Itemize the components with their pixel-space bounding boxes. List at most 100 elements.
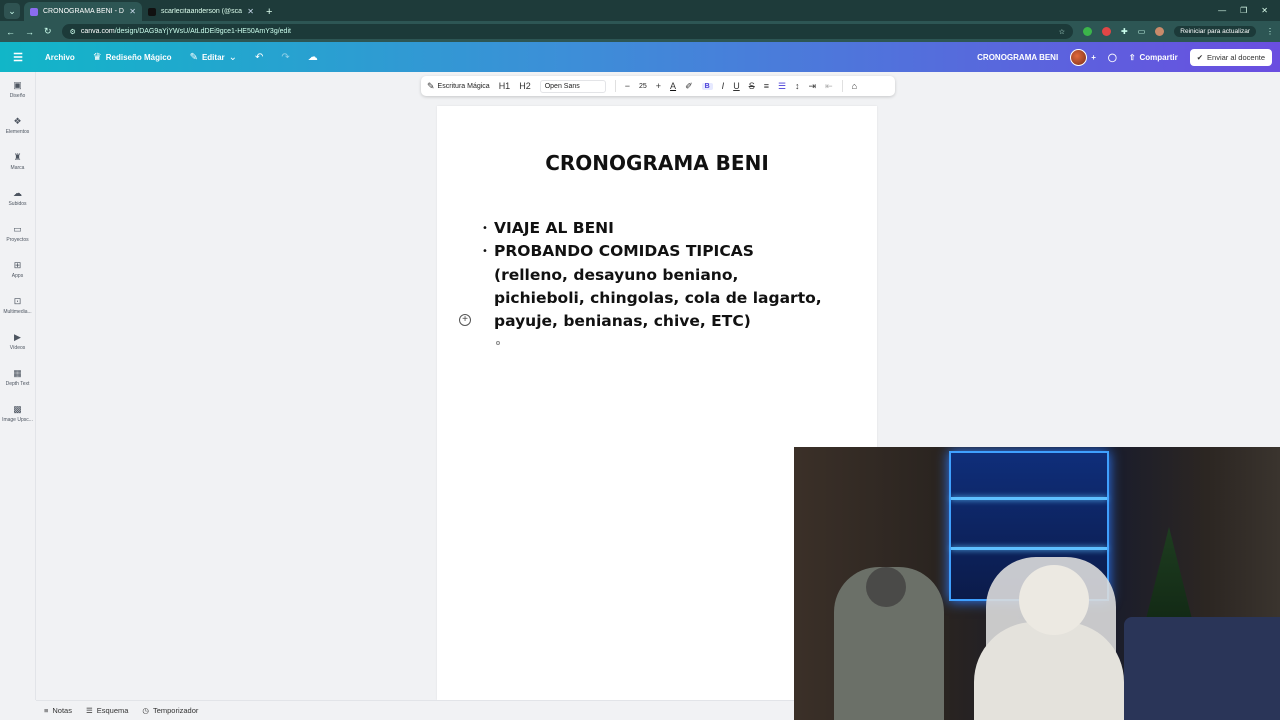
add-collaborator-icon[interactable]: + (1091, 53, 1096, 62)
avatar[interactable] (1070, 48, 1088, 66)
divider (841, 80, 843, 92)
close-icon[interactable]: ✕ (247, 7, 254, 16)
bookmark-star-icon[interactable]: ☆ (1059, 28, 1065, 36)
line-spacing-icon[interactable]: ↕ (795, 81, 800, 91)
sidebar-item-brand[interactable]: ♜ Marca (0, 144, 35, 180)
add-block-icon[interactable]: + (459, 314, 471, 326)
share-button[interactable]: ⇧ Compartir (1129, 53, 1178, 62)
outdent-icon[interactable]: ⇤ (825, 81, 833, 92)
list-item[interactable]: PROBANDO COMIDAS TIPICAS (relleno, desay… (482, 240, 823, 333)
reload-icon[interactable]: ↻ (44, 26, 52, 37)
new-tab-icon[interactable]: + (260, 6, 278, 21)
pencil-icon: ✎ (189, 51, 198, 63)
sidebar-item-design[interactable]: ▣ Diseño (0, 72, 35, 108)
sidebar-item-label: Marca (10, 165, 25, 171)
sidebar-item-label: Apps (11, 273, 24, 279)
video-icon: ▶ (14, 332, 21, 342)
italic-button[interactable]: I (722, 81, 725, 91)
font-size-input[interactable]: 25 (639, 83, 647, 90)
file-menu[interactable]: Archivo (36, 53, 84, 62)
crown-icon: ♛ (92, 51, 102, 63)
back-icon[interactable]: ← (6, 27, 15, 37)
window-controls: — ❐ ✕ (1206, 6, 1280, 21)
close-window-icon[interactable]: ✕ (1261, 6, 1268, 15)
bold-button[interactable]: B (701, 82, 713, 90)
hamburger-menu-icon[interactable]: ☰ (0, 51, 36, 64)
heading-2-button[interactable]: H2 (519, 81, 531, 91)
sidebar-item-projects[interactable]: ▭ Proyectos (0, 216, 35, 252)
edit-menu[interactable]: ✎ Editar ⌄ (181, 52, 246, 63)
undo-button[interactable]: ↶ (246, 52, 272, 63)
notes-button[interactable]: ≡ Notas (44, 706, 72, 715)
outline-button[interactable]: ☰ Esquema (86, 706, 128, 715)
text-toolbar: ✎ Escritura Mágica H1 H2 Open Sans − 25 +… (421, 76, 895, 96)
forward-icon[interactable]: → (25, 27, 34, 37)
minimize-icon[interactable]: — (1218, 6, 1226, 15)
page-title[interactable]: CRONOGRAMA BENI (437, 151, 877, 175)
comment-icon[interactable]: ◯ (1108, 53, 1117, 62)
notes-icon: ≡ (44, 706, 49, 715)
sidebar-item-image-upscale[interactable]: ▩ Image Upsc... (0, 396, 35, 432)
close-icon[interactable]: ✕ (129, 7, 136, 16)
webcam-sofa (1124, 617, 1280, 720)
sidebar-item-multimedia[interactable]: ⊡ Multimedia... (0, 288, 35, 324)
doc-name[interactable]: CRONOGRAMA BENI (977, 53, 1058, 62)
url-host: canva.com (80, 28, 115, 35)
folder-icon: ▭ (13, 224, 22, 234)
heading-1-button[interactable]: H1 (499, 81, 511, 91)
maximize-icon[interactable]: ❐ (1240, 6, 1247, 15)
chevron-down-icon: ⌄ (228, 51, 238, 63)
share-label: Compartir (1139, 52, 1178, 62)
kebab-menu-icon[interactable]: ⋮ (1266, 27, 1274, 36)
empty-sub-bullet[interactable] (496, 341, 500, 345)
sidebar-item-depth-text[interactable]: ▦ Depth Text (0, 360, 35, 396)
sidebar-item-label: Diseño (9, 93, 26, 99)
underline-button[interactable]: U (733, 81, 740, 91)
site-info-icon[interactable]: ⚙ (70, 28, 76, 36)
sidebar-item-videos[interactable]: ▶ Vídeos (0, 324, 35, 360)
webcam-shelf-light (951, 497, 1107, 500)
text-color-icon[interactable]: A (670, 81, 676, 91)
outline-label: Esquema (96, 706, 129, 715)
format-painter-icon[interactable]: ⌂ (852, 81, 857, 91)
font-family-select[interactable]: Open Sans (539, 79, 606, 93)
magic-resize-label: Rediseño Mágico (105, 52, 172, 62)
list-item[interactable]: VIAJE AL BENI (482, 217, 823, 241)
extension-icon[interactable] (1083, 27, 1092, 36)
bullet-list[interactable]: VIAJE AL BENI PROBANDO COMIDAS TIPICAS (… (482, 217, 823, 333)
sidebar-item-label: Proyectos (6, 237, 29, 243)
align-left-icon[interactable]: ≡ (764, 81, 769, 91)
puzzle-icon[interactable]: ✚ (1121, 27, 1128, 36)
tab-tiktok[interactable]: scarlecitaanderson (@scarlehta ✕ (142, 2, 260, 21)
redo-button[interactable]: ↷ (272, 52, 298, 63)
outline-icon: ☰ (85, 706, 93, 715)
divider (614, 80, 616, 92)
check-circle-icon: ✔ (1196, 52, 1204, 62)
timer-button[interactable]: ◷ Temporizador (142, 706, 198, 715)
tab-canva-doc[interactable]: CRONOGRAMA BENI - Doc ✕ (24, 2, 142, 21)
url-field[interactable]: ⚙ canva.com/design/DAG9aYjYWsU/AtLdDEi9g… (61, 24, 1073, 39)
magic-resize-menu[interactable]: ♛ Rediseño Mágico (84, 52, 181, 63)
sidebar-item-apps[interactable]: ⊞ Apps (0, 252, 35, 288)
media-icon: ⊡ (13, 296, 22, 306)
profile-icon[interactable] (1155, 27, 1165, 36)
cast-icon[interactable]: ▭ (1138, 27, 1146, 36)
timer-label: Temporizador (152, 706, 199, 715)
bullet-list-icon[interactable]: ☰ (778, 81, 786, 92)
layout-icon: ▣ (13, 80, 22, 90)
send-to-teacher-button[interactable]: ✔ Enviar al docente (1189, 48, 1272, 66)
sidebar-item-elements[interactable]: ❖ Elementos (0, 108, 35, 144)
restart-update-button[interactable]: Reiniciar para actualizar (1174, 26, 1256, 37)
highlight-icon[interactable]: ✐ (685, 81, 693, 92)
decrease-font-size-button[interactable]: − (625, 81, 630, 91)
tab-search-icon[interactable]: ⌄ (4, 3, 20, 19)
extension-icon[interactable] (1102, 27, 1111, 36)
browser-tab-bar: ⌄ CRONOGRAMA BENI - Doc ✕ scarlecitaande… (0, 0, 1280, 21)
cloud-save-button[interactable]: ☁ (299, 52, 327, 63)
sidebar-item-uploads[interactable]: ☁ Subidos (0, 180, 35, 216)
magic-write-button[interactable]: ✎ Escritura Mágica (427, 81, 490, 92)
sidebar-item-label: Elementos (5, 129, 30, 135)
strikethrough-button[interactable]: S (749, 81, 755, 91)
indent-icon[interactable]: ⇥ (809, 81, 817, 92)
increase-font-size-button[interactable]: + (656, 81, 661, 91)
